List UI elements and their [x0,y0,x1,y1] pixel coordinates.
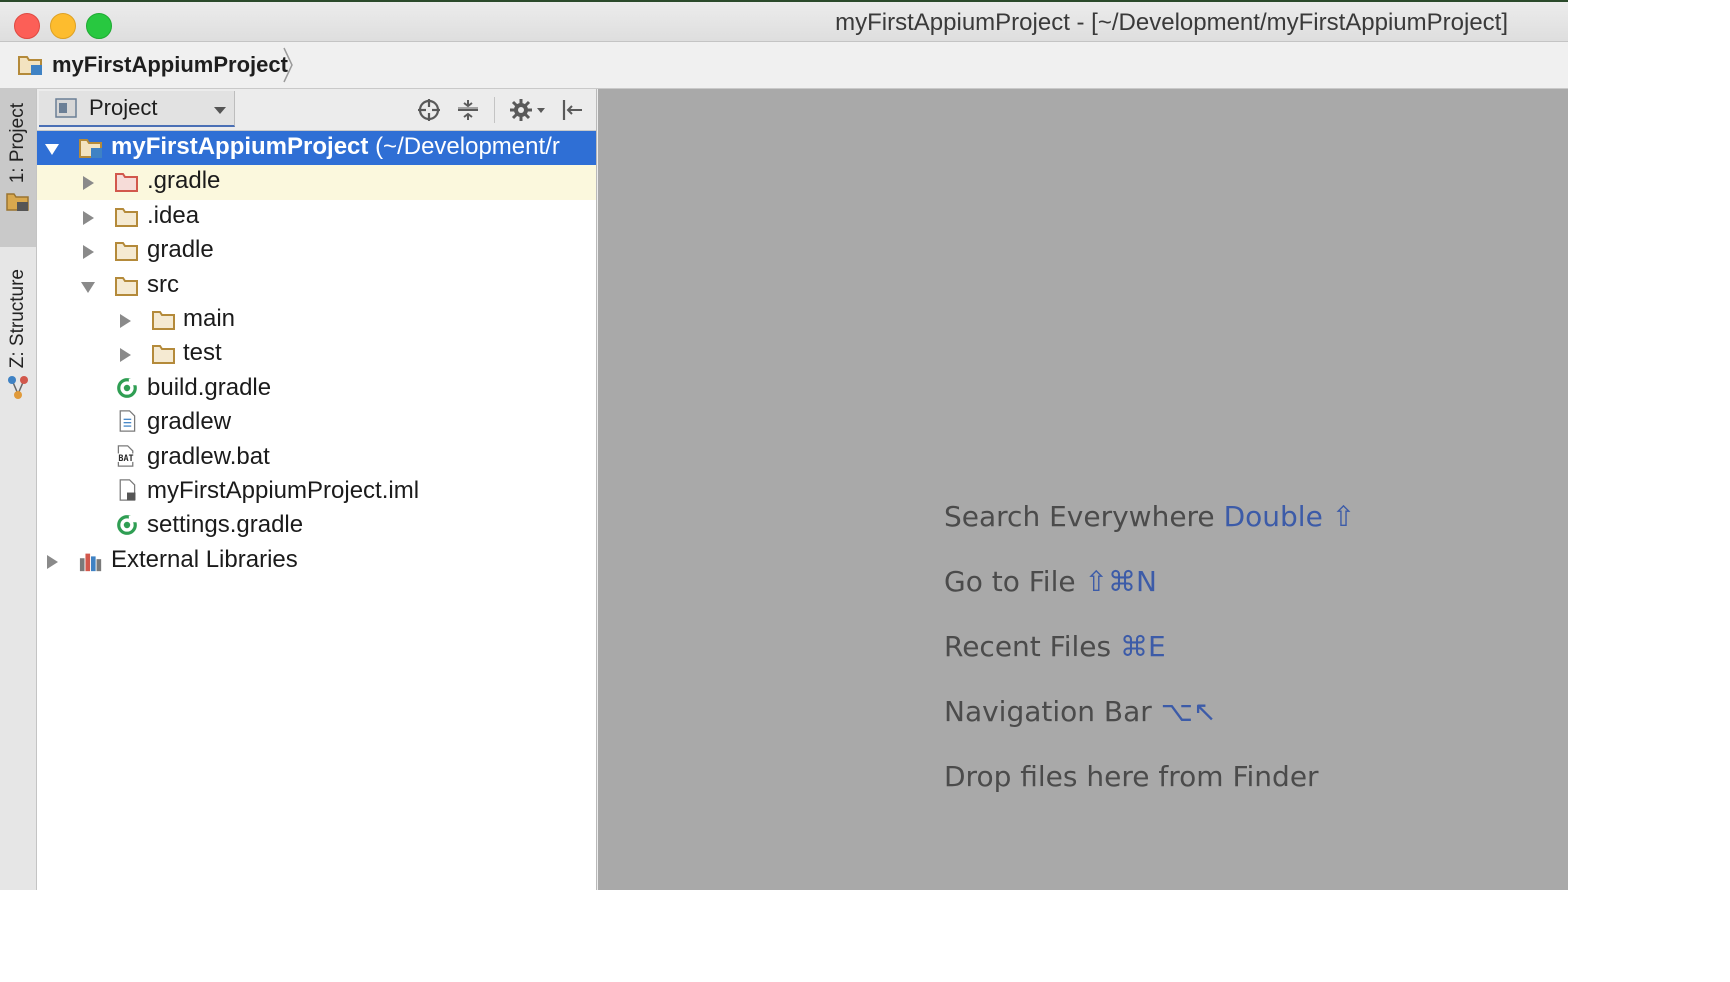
expanded-arrow-icon[interactable] [44,141,60,157]
module-file-icon [119,479,136,501]
close-window-button[interactable] [14,13,40,39]
tree-item[interactable]: settings.gradle [37,509,596,543]
tree-item-label: src [147,270,179,298]
tree-item-label: build.gradle [147,373,272,401]
tool-window-strip: 1: Project Z: Structure [0,89,37,890]
tree-item-label: gradlew [147,408,232,436]
tree-item-label: .idea [147,201,200,229]
breadcrumb-project[interactable]: myFirstAppiumProject [18,51,288,79]
hint-go-to-file: Go to File ⇧⌘N [944,565,1157,598]
tree-item-label: settings.gradle [147,511,304,539]
tree-item-label: gradlew.bat [147,442,270,470]
hide-panel-icon [562,100,582,120]
hint-shortcut: Double ⇧ [1223,500,1356,533]
project-folder-icon [6,193,29,212]
folder-icon [152,345,175,365]
breadcrumb-separator [283,47,293,83]
tree-root-row[interactable]: myFirstAppiumProject (~/Development/r [37,131,596,166]
tree-item[interactable]: BAT gradlew.bat [37,441,596,475]
tree-item[interactable]: main [37,303,596,337]
breadcrumb-label: myFirstAppiumProject [52,52,288,77]
project-panel: Project myFirstAppiumProject (~/Developm… [37,89,597,890]
tree-item[interactable]: gradlew [37,406,596,440]
hint-text: Go to File [944,565,1076,598]
view-selector-label: Project [89,95,158,120]
zoom-window-button[interactable] [86,13,112,39]
expanded-arrow-icon[interactable] [80,279,96,295]
project-panel-header: Project [37,89,596,131]
settings-icon [510,99,545,121]
editor-area[interactable]: Search Everywhere Double ⇧ Go to File ⇧⌘… [598,89,1568,890]
tab-structure-label: Z: Structure [7,269,28,369]
tree-item[interactable]: External Libraries [37,544,596,578]
scroll-from-source-button[interactable] [416,97,442,123]
view-selector[interactable]: Project [39,91,235,127]
tab-project[interactable]: 1: Project [0,89,36,247]
hint-drop-files: Drop files here from Finder [944,760,1319,793]
folder-icon [115,207,138,227]
root-name: myFirstAppiumProject [111,133,369,160]
hint-text: Navigation Bar [944,695,1152,728]
tab-structure[interactable]: Z: Structure [0,265,36,425]
hint-shortcut: ⇧⌘N [1084,565,1157,598]
structure-icon [8,376,28,400]
blank-margin-bottom [0,890,1730,982]
hint-search-everywhere: Search Everywhere Double ⇧ [944,500,1355,533]
header-divider [494,97,495,123]
tree-item[interactable]: src [37,269,596,303]
gradle-file-icon [117,515,138,536]
tree-item-label: test [183,339,222,367]
title-bar: myFirstAppiumProject - [~/Development/my… [0,0,1568,42]
tree-item[interactable]: myFirstAppiumProject.iml [37,475,596,509]
navigation-bar: myFirstAppiumProject [0,42,1568,89]
project-tree: myFirstAppiumProject (~/Development/r .g… [37,131,596,578]
collapsed-arrow-icon[interactable] [80,175,96,191]
tree-item-label: .gradle [147,167,221,195]
folder-icon [115,276,138,296]
collapse-all-button[interactable] [455,97,481,123]
collapsed-arrow-icon[interactable] [117,313,133,329]
blank-margin-right [1568,0,1730,982]
svg-text:BAT: BAT [118,453,133,463]
tree-item[interactable]: .idea [37,200,596,234]
settings-button[interactable] [509,97,549,123]
tree-item-label: main [183,304,236,332]
collapsed-arrow-icon[interactable] [80,244,96,260]
hint-text: Recent Files [944,630,1112,663]
tree-item[interactable]: .gradle [37,165,596,200]
chevron-down-icon [214,107,226,114]
window-title: myFirstAppiumProject - [~/Development/my… [835,9,1508,36]
text-file-icon [119,410,136,432]
collapsed-arrow-icon[interactable] [80,210,96,226]
collapsed-arrow-icon[interactable] [44,554,60,570]
hint-navigation-bar: Navigation Bar ⌥↖ [944,695,1216,728]
project-view-icon [55,98,77,118]
bat-file-icon: BAT [115,444,137,467]
excluded-folder-icon [115,173,138,193]
tree-item-label: External Libraries [111,545,298,573]
tree-item-label: myFirstAppiumProject.iml [147,476,420,504]
root-path: (~/Development/r [375,133,560,160]
tab-project-label: 1: Project [7,103,28,184]
hint-shortcut: ⌘E [1120,630,1166,663]
scroll-from-source-icon [418,99,440,121]
collapsed-arrow-icon[interactable] [117,347,133,363]
hide-panel-button[interactable] [559,97,585,123]
hint-shortcut: ⌥↖ [1160,695,1217,728]
folder-icon [115,242,138,262]
collapse-all-icon [458,100,478,120]
folder-icon [152,310,175,330]
libraries-icon [79,553,102,571]
hint-text: Drop files here from Finder [944,760,1319,793]
tree-item-label: gradle [147,236,214,264]
minimize-window-button[interactable] [50,13,76,39]
hint-recent-files: Recent Files ⌘E [944,630,1166,663]
tree-item[interactable]: test [37,337,596,371]
tree-item[interactable]: gradle [37,234,596,268]
module-folder-icon [79,139,102,158]
hint-text: Search Everywhere [944,500,1215,533]
tree-item[interactable]: build.gradle [37,372,596,406]
project-folder-icon [18,56,42,75]
gradle-file-icon [117,377,138,398]
